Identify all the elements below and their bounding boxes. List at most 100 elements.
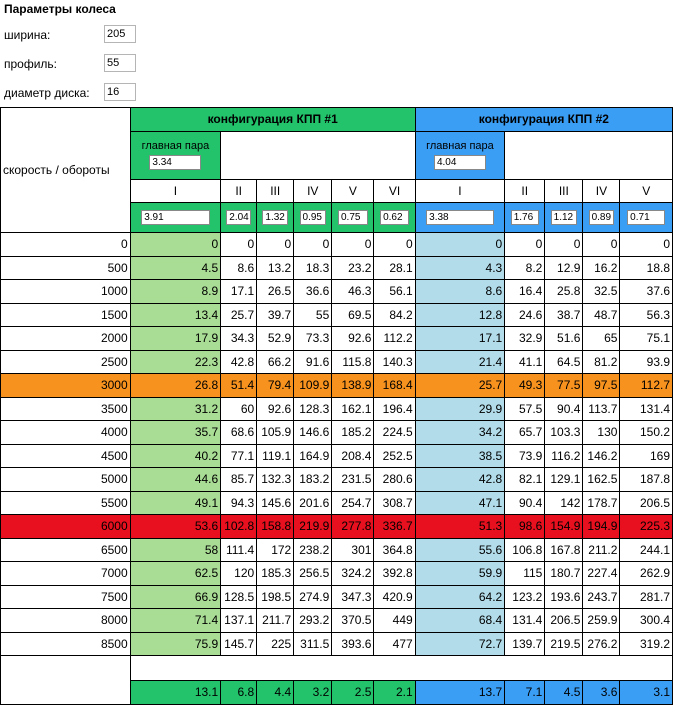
table-row: 4500 40.2 77.1 119.1 164.9 208.4 252.5 38.5 73.9…	[0, 443, 673, 468]
speed-cell: 38.5	[414, 443, 506, 468]
gear-ratio-input[interactable]	[588, 210, 615, 225]
main-pair-label: главная пара	[426, 139, 494, 152]
speed-cell: 293.2	[293, 608, 333, 633]
speed-cell: 128.5	[220, 584, 258, 609]
rpm-cell: 4500	[0, 443, 131, 468]
speed-cell: 31.2	[129, 396, 222, 421]
main-pair-cell: главная пара	[414, 130, 506, 180]
speed-cell: 13.2	[256, 255, 295, 280]
speed-cell: 252.5	[373, 443, 416, 468]
speed-cell: 138.9	[331, 373, 375, 398]
rpm-cell: 1500	[0, 302, 131, 327]
gear-ratio-input[interactable]	[262, 210, 289, 225]
speed-cell: 227.4	[582, 561, 621, 586]
speed-cell: 311.5	[293, 631, 333, 656]
speed-cell: 41.1	[504, 349, 546, 374]
gear-ratio-input[interactable]	[380, 210, 410, 225]
gear-ratio-input[interactable]	[299, 210, 326, 225]
speed-cell: 0	[331, 232, 375, 257]
speed-cell: 206.5	[544, 608, 584, 633]
speed-cell: 55.6	[414, 537, 506, 562]
speed-cell: 13.4	[129, 302, 222, 327]
speed-cell: 128.3	[293, 396, 333, 421]
speed-cell: 142	[544, 490, 584, 515]
rpm-cell: 5000	[0, 467, 131, 492]
gear-header: II	[504, 178, 546, 203]
speed-cell: 92.6	[256, 396, 295, 421]
main-pair-input[interactable]	[433, 155, 486, 171]
speed-cell: 28.1	[373, 255, 416, 280]
width-input[interactable]	[104, 25, 136, 43]
profile-input[interactable]	[104, 54, 136, 72]
width-label: ширина:	[4, 28, 51, 42]
gear-header: V	[331, 178, 375, 203]
rpm-cell: 6500	[0, 537, 131, 562]
gear-header: II	[220, 178, 258, 203]
speed-cell: 60	[220, 396, 258, 421]
page-title: Параметры колеса	[4, 2, 116, 16]
gear-ratio-cell	[414, 202, 506, 233]
speed-cell: 81.2	[582, 349, 621, 374]
speed-cell: 103.3	[544, 420, 584, 445]
speed-cell: 211.7	[256, 608, 295, 633]
speed-cell: 0	[619, 232, 673, 257]
gear-ratio-input[interactable]	[627, 210, 666, 225]
gear-ratio-input[interactable]	[550, 210, 578, 225]
speed-cell: 17.9	[129, 326, 222, 351]
speed-cell: 0	[414, 232, 506, 257]
speed-cell: 106.8	[504, 537, 546, 562]
speed-cell: 21.4	[414, 349, 506, 374]
gear-ratio-input[interactable]	[510, 210, 539, 225]
speed-cell: 24.6	[504, 302, 546, 327]
speed-cell: 0	[220, 232, 258, 257]
speed-cell: 58	[129, 537, 222, 562]
total-ratio-cell: 3.1	[619, 680, 673, 705]
blank-cell	[220, 130, 416, 180]
speed-cell: 56.3	[619, 302, 673, 327]
speed-cell: 169	[619, 443, 673, 468]
speed-cell: 146.6	[293, 420, 333, 445]
speed-cell: 52.9	[256, 326, 295, 351]
table-row	[0, 655, 673, 705]
speed-cell: 392.8	[373, 561, 416, 586]
speed-cell: 259.9	[582, 608, 621, 633]
main-pair-label: главная пара	[141, 139, 210, 152]
speed-cell: 150.2	[619, 420, 673, 445]
speed-cell: 42.8	[414, 467, 506, 492]
gear-ratio-cell	[331, 202, 375, 233]
speed-cell: 132.3	[256, 467, 295, 492]
gear-ratio-cell	[256, 202, 295, 233]
speed-cell: 131.4	[504, 608, 546, 633]
table-row: скорость / обороты конфигурация КПП #1 кон…	[0, 107, 673, 233]
gear-ratio-input[interactable]	[426, 210, 494, 225]
speed-cell: 90.4	[504, 490, 546, 515]
speed-cell: 280.6	[373, 467, 416, 492]
speed-cell: 22.3	[129, 349, 222, 374]
speed-cell: 105.9	[256, 420, 295, 445]
speed-cell: 193.6	[544, 584, 584, 609]
speed-cell: 98.6	[504, 514, 546, 539]
table-row: 4000 35.7 68.6 105.9 146.6 185.2 224.5 34.2 65.7…	[0, 420, 673, 445]
gear-ratio-input[interactable]	[141, 210, 210, 225]
gear-header: III	[544, 178, 584, 203]
speed-cell: 319.2	[619, 631, 673, 656]
speed-cell: 72.7	[414, 631, 506, 656]
spacer-cell	[129, 655, 673, 681]
speed-cell: 97.5	[582, 373, 621, 398]
gear-ratio-input[interactable]	[338, 210, 368, 225]
gear-ratio-input[interactable]	[226, 210, 252, 225]
total-ratio-cell: 2.1	[373, 680, 416, 705]
table-row: 3500 31.2 60 92.6 128.3 162.1 196.4 29.9 57.5 90.…	[0, 396, 673, 421]
total-ratio-cell: 3.2	[293, 680, 333, 705]
speed-cell: 57.5	[504, 396, 546, 421]
blank-cell	[504, 130, 673, 180]
table-row: 7500 66.9 128.5 198.5 274.9 347.3 420.9 64.2 123…	[0, 584, 673, 609]
main-pair-input[interactable]	[149, 155, 202, 171]
rpm-cell: 7500	[0, 584, 131, 609]
rim-diameter-input[interactable]	[104, 83, 136, 101]
gear-speed-table: скорость / обороты конфигурация КПП #1 кон…	[0, 107, 673, 705]
speed-cell: 116.2	[544, 443, 584, 468]
speed-cell: 69.5	[331, 302, 375, 327]
speed-cell: 187.8	[619, 467, 673, 492]
table-row: 5500 49.1 94.3 145.6 201.6 254.7 308.7 47.1 90.4…	[0, 490, 673, 515]
